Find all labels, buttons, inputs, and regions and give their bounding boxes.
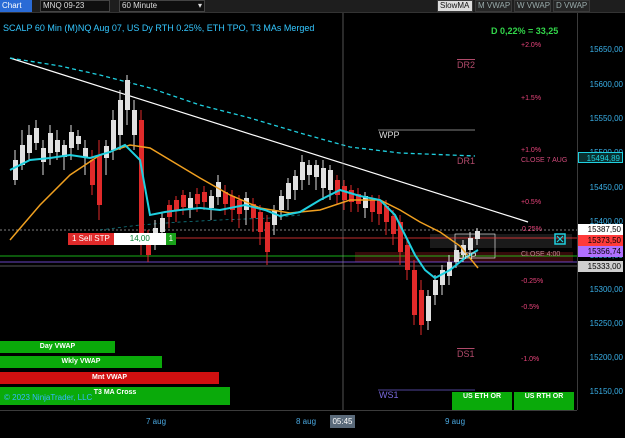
us-eth-or-label: US ETH OR bbox=[462, 393, 502, 400]
trendline bbox=[9, 57, 529, 223]
chevron-down-icon: ▾ bbox=[197, 1, 202, 10]
pct-level: +1.0% bbox=[521, 147, 542, 154]
pct-level: -1.0% bbox=[521, 356, 540, 363]
day-vwap-signal: Day VWAP bbox=[0, 341, 115, 353]
monthly-vwap-signal: Mnt VWAP bbox=[0, 372, 219, 384]
weekly-vwap-signal: Wkly VWAP bbox=[0, 356, 162, 368]
pct-level: 0.25% bbox=[522, 226, 542, 233]
pct-level: +1.5% bbox=[521, 95, 542, 102]
timeframe-selector[interactable]: 60 Minute ▾ bbox=[119, 0, 205, 12]
time-tick: 8 aug bbox=[296, 417, 317, 426]
ds1-label: DS1 bbox=[457, 349, 475, 359]
copyright-text: © 2023 NinjaTrader, LLC bbox=[4, 393, 93, 402]
chart-toolbar: Chart MNQ 09-23 60 Minute ▾ SlowMA M VWA… bbox=[0, 0, 625, 13]
instrument-selector[interactable]: MNQ 09-23 bbox=[40, 0, 110, 12]
dr1-label: DR1 bbox=[457, 156, 476, 166]
us-rth-or-button[interactable]: US RTH OR bbox=[514, 392, 574, 410]
price-axis[interactable]: 15650,00 15600,00 15550,00 15500,00 1545… bbox=[577, 13, 625, 410]
close-price-box: 15333,00 bbox=[578, 261, 623, 272]
stop-price-box: 15373,50 bbox=[578, 235, 623, 246]
chart-title: SCALP 60 Min (M)NQ Aug 07, US Dy RTH 0.2… bbox=[3, 23, 315, 33]
slowma-button[interactable]: SlowMA bbox=[437, 0, 473, 12]
pct-level: +2.0% bbox=[521, 42, 542, 49]
last-price-box: 15387,50 bbox=[578, 224, 623, 235]
price-tick: 15150,00 bbox=[589, 387, 623, 396]
price-tick: 15600,00 bbox=[589, 80, 623, 89]
price-tick: 15550,00 bbox=[589, 114, 623, 123]
pct-level: -0.25% bbox=[521, 278, 544, 285]
us-eth-or-button[interactable]: US ETH OR bbox=[452, 392, 512, 410]
dvwap-button[interactable]: D VWAP bbox=[553, 0, 590, 12]
timeframe-label: 60 Minute bbox=[122, 1, 158, 10]
dpp-label: DPP bbox=[458, 251, 477, 261]
time-axis[interactable]: 7 aug 8 aug 9 aug 05:45 bbox=[0, 410, 577, 438]
wvwap-button[interactable]: W VWAP bbox=[514, 0, 551, 12]
sell-order-count[interactable]: 1 bbox=[165, 233, 176, 245]
instrument-label: MNQ 09-23 bbox=[43, 1, 85, 10]
pct-level: -0.5% bbox=[521, 304, 540, 311]
us-rth-or-label: US RTH OR bbox=[524, 393, 564, 400]
mvwap-button[interactable]: M VWAP bbox=[475, 0, 512, 12]
time-tick: 9 aug bbox=[445, 417, 466, 426]
sell-order-price[interactable]: 14,00 bbox=[113, 233, 166, 245]
close-ib-label: CLOSE 4:00 bbox=[521, 251, 561, 258]
price-tick: 15300,00 bbox=[589, 285, 623, 294]
vwap-price-box: 15356,74 bbox=[578, 246, 623, 257]
slow-ma-price-box: 15494,89 bbox=[578, 152, 623, 163]
ws1-label: WS1 bbox=[379, 390, 399, 400]
wpp-label: WPP bbox=[379, 130, 400, 140]
pct-level: +0.5% bbox=[521, 199, 542, 206]
dr2-label: DR2 bbox=[457, 60, 476, 70]
sell-order-label[interactable]: 1 Sell STP bbox=[68, 233, 114, 245]
sell-stop-order[interactable]: 1 Sell STP 14,00 1 bbox=[68, 233, 176, 245]
chart-tab[interactable]: Chart bbox=[0, 0, 32, 12]
price-tick: 15450,00 bbox=[589, 183, 623, 192]
price-tick: 15250,00 bbox=[589, 319, 623, 328]
time-tick: 7 aug bbox=[146, 417, 167, 426]
time-cursor-label: 05:45 bbox=[330, 415, 355, 428]
daily-performance: D 0,22% = 33,25 bbox=[491, 26, 559, 36]
highlight-zone bbox=[430, 234, 572, 248]
price-tick: 15650,00 bbox=[589, 45, 623, 54]
close-7aug-label: CLOSE 7 AUG bbox=[521, 157, 568, 164]
price-tick: 15200,00 bbox=[589, 353, 623, 362]
